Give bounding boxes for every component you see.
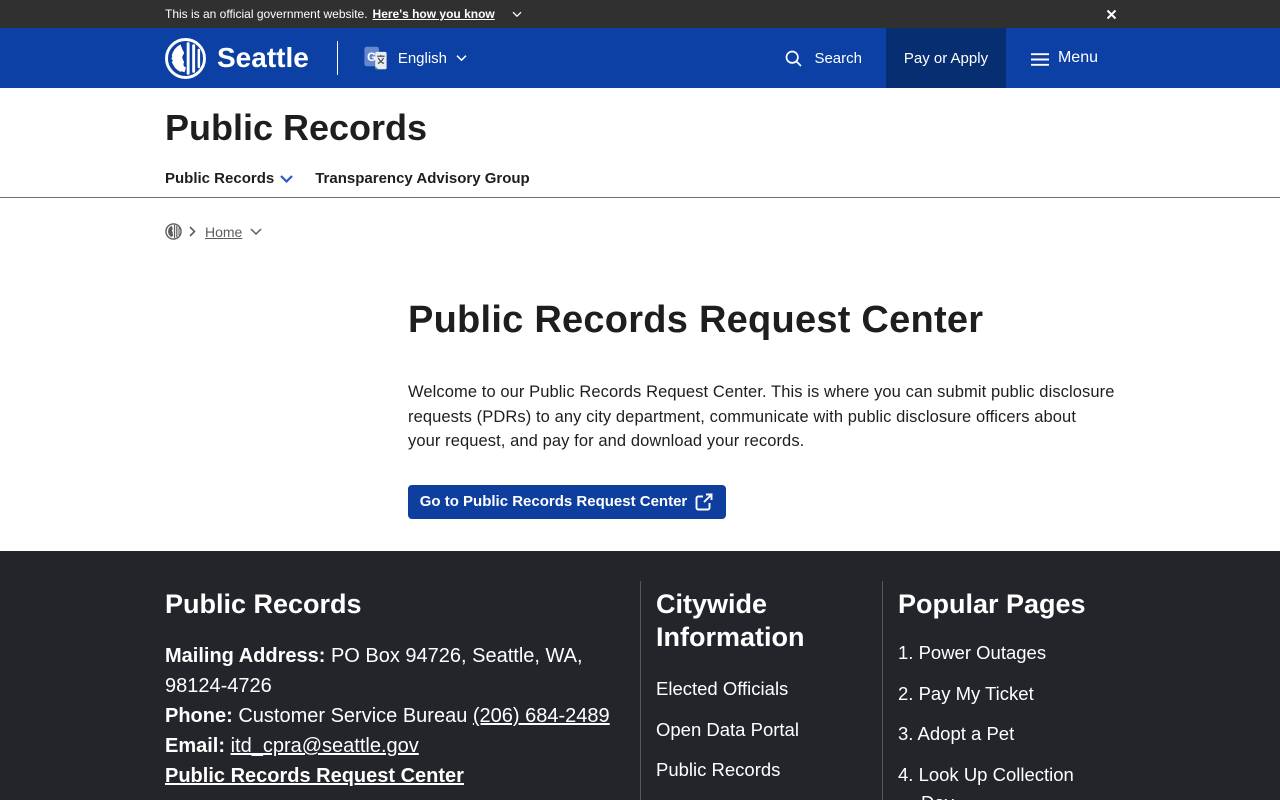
svg-text:G: G: [367, 52, 376, 64]
